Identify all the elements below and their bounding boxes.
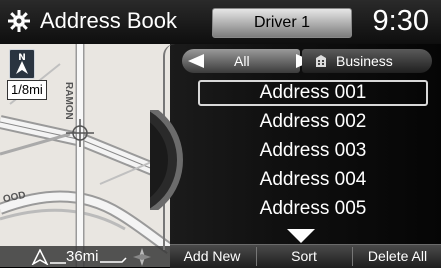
- scroll-down-icon[interactable]: [287, 229, 315, 243]
- address-list: Address 001 Address 002 Address 003 Addr…: [198, 80, 428, 225]
- category-tabs: All Business: [182, 49, 432, 73]
- page-title: Address Book: [40, 8, 177, 33]
- tab-all-label: All: [234, 53, 250, 69]
- distance-label: 36mi: [66, 248, 99, 265]
- header-bar: Address Book Driver 1 9:30: [0, 0, 441, 45]
- compass-icon[interactable]: [132, 247, 152, 267]
- list-item[interactable]: Address 004: [198, 167, 428, 193]
- business-icon: [316, 55, 326, 67]
- map-view[interactable]: N 1/8mi RAMON OOD 36mi: [0, 44, 170, 267]
- list-item[interactable]: Address 001: [198, 80, 428, 106]
- driver-selector[interactable]: Driver 1: [212, 8, 352, 38]
- tab-all[interactable]: All: [182, 49, 312, 73]
- north-up-icon[interactable]: N: [9, 49, 35, 79]
- tab-business-label: Business: [336, 53, 393, 69]
- map-scale[interactable]: 1/8mi: [7, 80, 47, 100]
- clock: 9:30: [372, 5, 429, 37]
- action-bar: Add New Sort Delete All: [170, 244, 441, 268]
- gear-icon: [6, 8, 32, 34]
- delete-all-button[interactable]: Delete All: [354, 245, 441, 268]
- navigation-arrow-icon: [31, 249, 49, 265]
- add-new-button[interactable]: Add New: [170, 245, 254, 268]
- sort-button[interactable]: Sort: [258, 245, 350, 268]
- list-item[interactable]: Address 002: [198, 109, 428, 135]
- list-item[interactable]: Address 003: [198, 138, 428, 164]
- road-label-ramon: RAMON: [63, 82, 74, 120]
- map-status-bar: 36mi: [0, 246, 170, 267]
- divider: [352, 247, 353, 266]
- tab-business[interactable]: Business: [302, 49, 432, 73]
- list-item[interactable]: Address 005: [198, 196, 428, 222]
- left-arrow-icon[interactable]: [188, 54, 212, 68]
- divider: [256, 247, 257, 266]
